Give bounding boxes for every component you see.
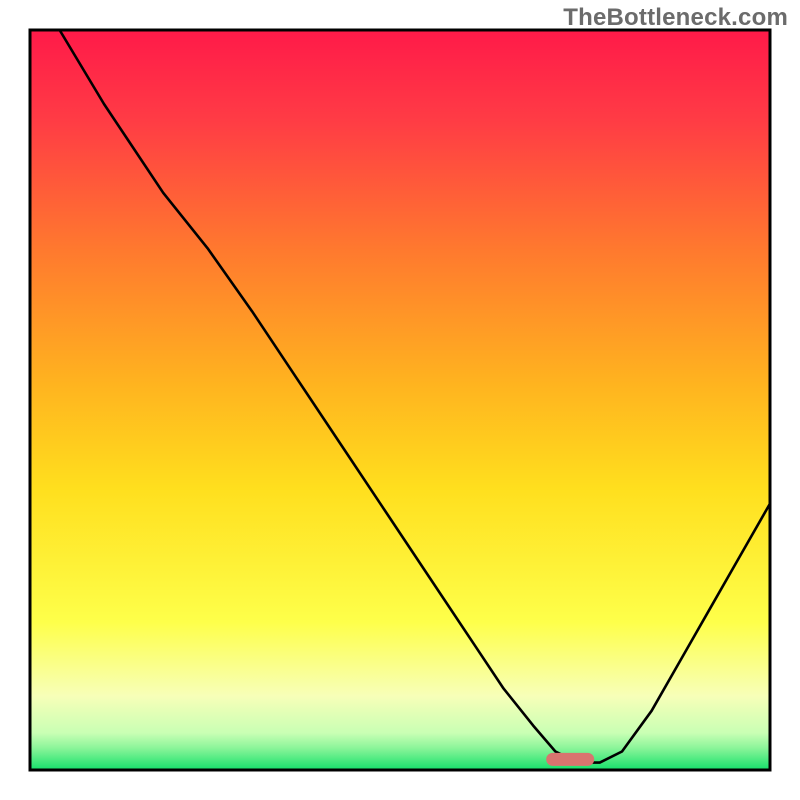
chart-container: TheBottleneck.com xyxy=(0,0,800,800)
bottleneck-chart xyxy=(0,0,800,800)
watermark-text: TheBottleneck.com xyxy=(563,4,788,32)
